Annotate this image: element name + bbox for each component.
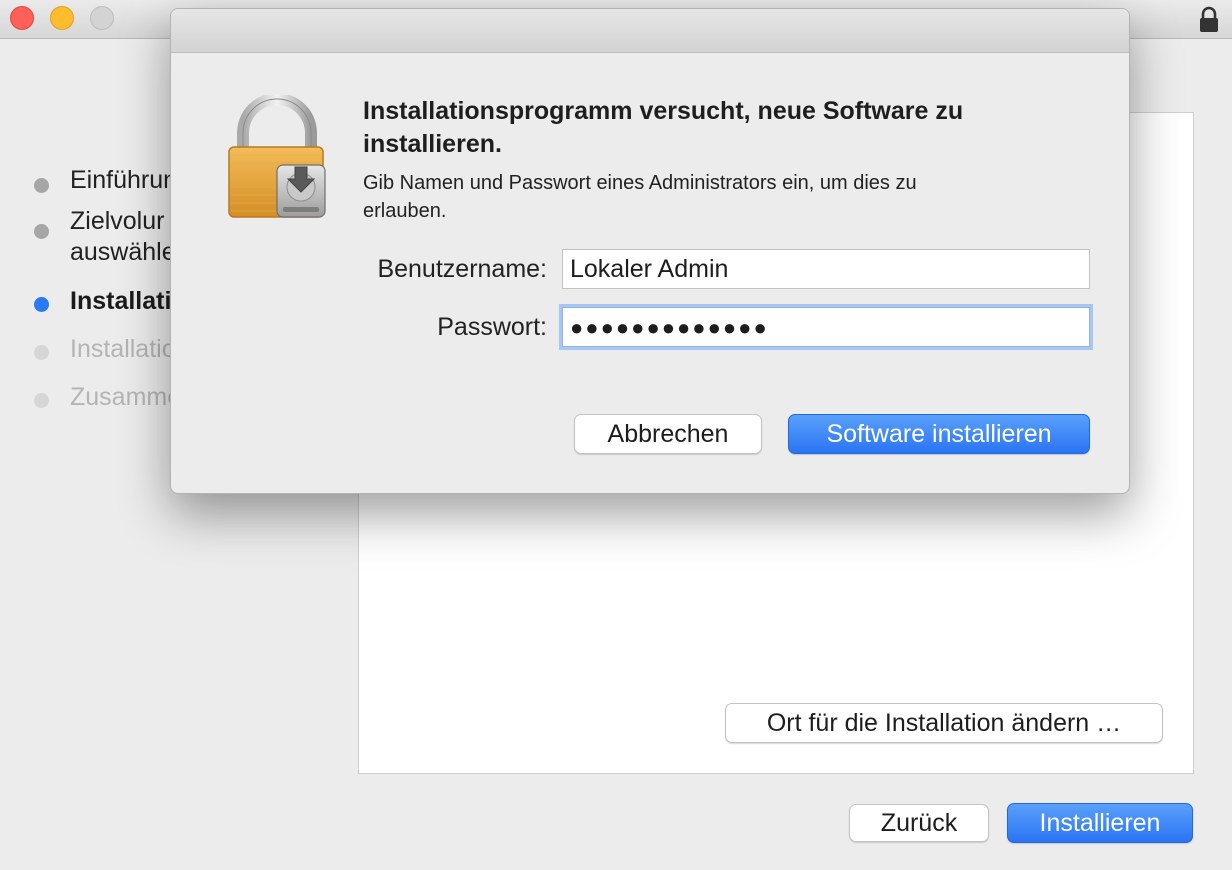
step-label: Einführung bbox=[70, 166, 175, 194]
zoom-window-button[interactable] bbox=[90, 6, 114, 30]
install-software-button[interactable]: Software installieren bbox=[788, 414, 1090, 454]
step-label-line1: Zielvolur bbox=[70, 207, 165, 235]
lock-icon[interactable] bbox=[1194, 4, 1224, 34]
password-label: Passwort: bbox=[437, 313, 547, 341]
back-button[interactable]: Zurück bbox=[849, 804, 989, 842]
step-pending-dot bbox=[34, 345, 49, 360]
step-introduction: Einführung bbox=[0, 158, 175, 198]
step-done-dot bbox=[34, 178, 49, 193]
change-install-location-button[interactable]: Ort für die Installation ändern … bbox=[725, 703, 1163, 743]
step-label: Zusammenfassung bbox=[70, 383, 175, 411]
step-label: Installation bbox=[70, 335, 175, 363]
step-current-dot bbox=[34, 297, 49, 312]
dialog-title: Installationsprogramm versucht, neue Sof… bbox=[363, 97, 964, 158]
step-pending-dot bbox=[34, 393, 49, 408]
password-masked-value: ●●●●●●●●●●●●● bbox=[570, 315, 769, 340]
step-label: Installationstyp bbox=[70, 287, 175, 315]
minimize-window-button[interactable] bbox=[50, 6, 74, 30]
dialog-message: Gib Namen und Passwort eines Administrat… bbox=[363, 172, 917, 222]
dialog-title-bar bbox=[171, 9, 1129, 53]
lock-with-installer-disk-icon bbox=[228, 95, 326, 218]
step-installation: Installation bbox=[0, 330, 175, 370]
close-window-button[interactable] bbox=[10, 6, 34, 30]
cancel-button[interactable]: Abbrechen bbox=[574, 414, 762, 454]
step-done-dot bbox=[34, 224, 49, 239]
password-field[interactable]: ●●●●●●●●●●●●● bbox=[562, 307, 1090, 347]
step-summary: Zusammenfassung bbox=[0, 378, 175, 418]
admin-authentication-dialog: Installationsprogramm versucht, neue Sof… bbox=[170, 8, 1130, 494]
username-label: Benutzername: bbox=[377, 255, 547, 283]
install-button[interactable]: Installieren bbox=[1007, 803, 1193, 843]
username-field[interactable]: Lokaler Admin bbox=[562, 249, 1090, 289]
step-label-line2: auswähle bbox=[70, 238, 175, 266]
step-installation-type: Installationstyp bbox=[0, 282, 175, 322]
step-destination: Zielvolur auswähle bbox=[0, 204, 175, 274]
